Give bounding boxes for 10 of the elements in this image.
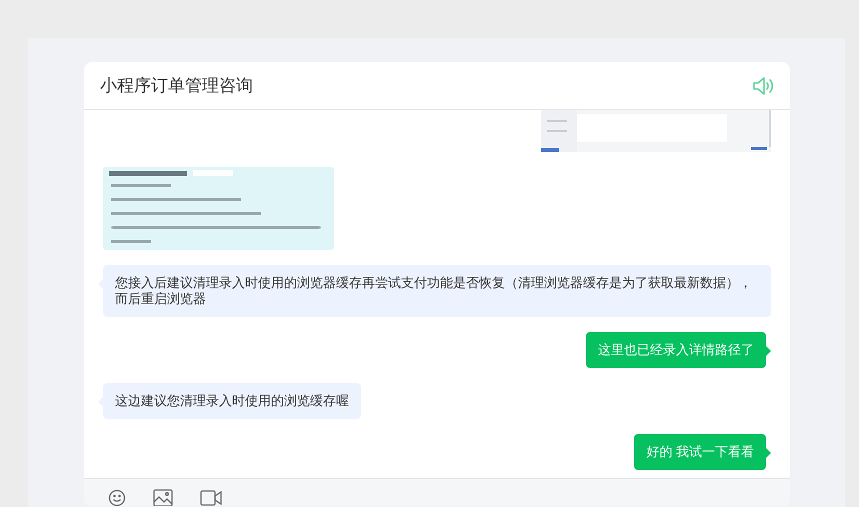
video-icon[interactable]: [200, 489, 222, 506]
chat-title: 小程序订单管理咨询: [100, 74, 253, 97]
message-bubble: 您接入后建议清理录入时使用的浏览器缓存再尝试支付功能是否恢复（清理浏览器缓存是为了获取最新数据），而后重启浏览器: [103, 265, 771, 317]
bubble-tail: [766, 448, 771, 458]
emoji-icon[interactable]: [108, 489, 126, 506]
message-bubble: 好的 我试一下看看: [634, 434, 766, 470]
message-bubble: 这边建议您清理录入时使用的浏览缓存喔: [103, 383, 361, 419]
bubble-tail: [766, 346, 771, 356]
message-bubble: 这里也已经录入详情路径了: [586, 332, 766, 368]
image-icon[interactable]: [153, 489, 173, 506]
